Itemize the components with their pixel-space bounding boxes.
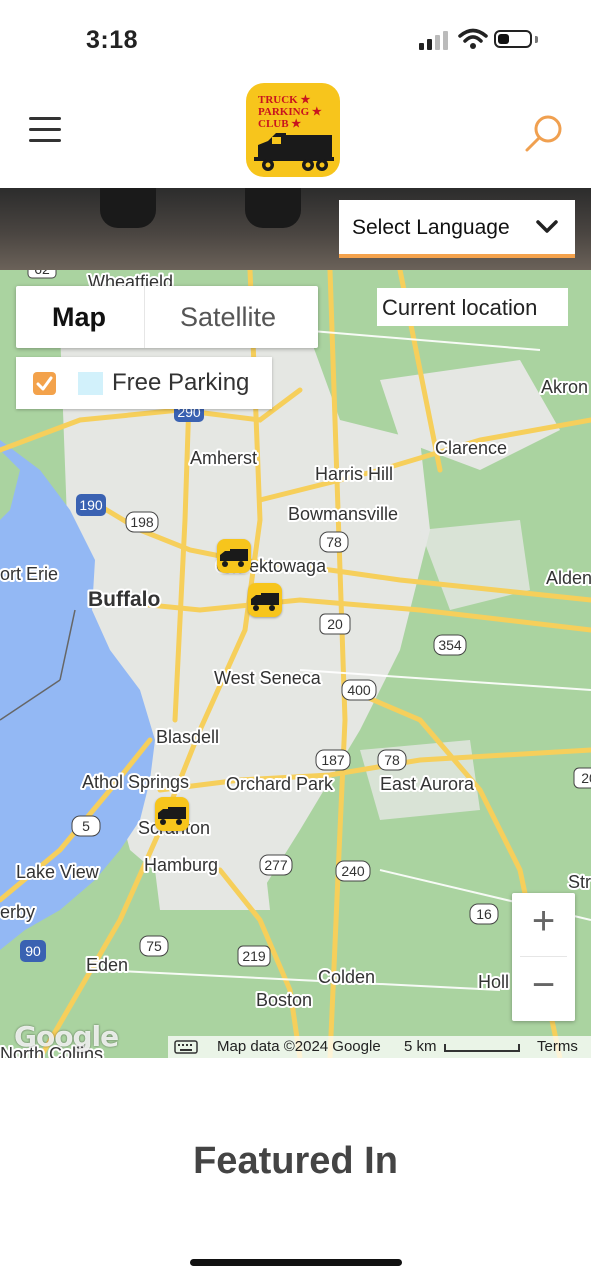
truck-parking-marker[interactable] [248, 583, 282, 617]
svg-text:East Aurora: East Aurora [380, 774, 475, 794]
svg-text:187: 187 [321, 752, 345, 768]
scale-bar [444, 1044, 520, 1052]
truck-icon [158, 807, 186, 825]
minus-icon: − [531, 963, 556, 1007]
svg-text:5: 5 [82, 818, 90, 834]
zoom-control: + − [512, 893, 575, 1021]
terms-link[interactable]: Terms [537, 1038, 578, 1055]
svg-text:Colden: Colden [318, 967, 375, 987]
svg-text:Eden: Eden [86, 955, 128, 975]
svg-text:PARKING ★: PARKING ★ [258, 106, 322, 118]
chevron-down-icon [536, 220, 558, 233]
map-attribution-bar: Map data ©2024 Google 5 km Terms [168, 1036, 591, 1058]
svg-text:TRUCK ★: TRUCK ★ [258, 94, 310, 106]
svg-text:Harris Hill: Harris Hill [315, 464, 393, 484]
svg-text:Clarence: Clarence [435, 438, 507, 458]
keyboard-icon[interactable] [174, 1040, 198, 1054]
svg-text:190: 190 [79, 497, 103, 513]
svg-text:Buffalo: Buffalo [88, 588, 160, 611]
select-language-dropdown[interactable]: Select Language [339, 200, 575, 258]
svg-text:West Seneca: West Seneca [214, 668, 322, 688]
free-parking-label: Free Parking [112, 369, 250, 396]
svg-text:75: 75 [146, 938, 162, 954]
scale-label: 5 km [404, 1038, 437, 1055]
plus-icon: + [531, 899, 556, 943]
svg-text:20: 20 [581, 770, 591, 786]
svg-text:20: 20 [327, 616, 343, 632]
checkmark-icon [36, 376, 53, 391]
truck-parking-club-logo[interactable]: TRUCK ★ PARKING ★ CLUB ★ [246, 83, 340, 177]
free-parking-color-swatch [78, 372, 103, 395]
svg-text:Akron: Akron [541, 377, 588, 397]
google-logo: Google [14, 1020, 119, 1053]
zoom-in-button[interactable]: + [512, 893, 575, 955]
svg-text:354: 354 [438, 637, 462, 653]
map-data-credit: Map data ©2024 Google [217, 1038, 381, 1055]
svg-text:90: 90 [25, 943, 41, 959]
map-view-button[interactable]: Map [16, 286, 144, 348]
svg-text:Amherst: Amherst [190, 448, 257, 468]
satellite-view-label: Satellite [180, 302, 277, 332]
logo-image: TRUCK ★ PARKING ★ CLUB ★ [254, 94, 334, 171]
parking-map[interactable]: 62 290 190 198 78 20 354 400 187 78 5 27… [0, 270, 591, 1058]
hero-banner: Select Language [0, 188, 591, 270]
svg-text:Lake View: Lake View [16, 862, 100, 882]
current-location-label: Current location [382, 295, 538, 320]
battery-tip [535, 36, 538, 43]
search-icon[interactable] [523, 112, 565, 154]
home-indicator[interactable] [190, 1259, 402, 1266]
svg-text:CLUB ★: CLUB ★ [258, 118, 301, 130]
cellular-signal-icon [419, 31, 448, 50]
status-time: 3:18 [86, 26, 139, 54]
map-type-control: Map Satellite [16, 286, 318, 348]
svg-text:198: 198 [130, 514, 154, 530]
banner-truck-wheel [100, 188, 156, 228]
svg-text:Str: Str [568, 872, 591, 892]
svg-text:78: 78 [326, 534, 342, 550]
svg-text:277: 277 [264, 857, 288, 873]
truck-parking-marker[interactable] [155, 797, 189, 831]
app-header: TRUCK ★ PARKING ★ CLUB ★ [0, 80, 591, 188]
select-language-label: Select Language [352, 216, 510, 239]
svg-text:16: 16 [476, 906, 492, 922]
svg-text:Boston: Boston [256, 990, 312, 1010]
svg-text:78: 78 [384, 752, 400, 768]
svg-text:Holl: Holl [478, 972, 509, 992]
svg-text:240: 240 [341, 863, 365, 879]
truck-icon [251, 593, 279, 611]
truck-icon [220, 549, 248, 567]
svg-text:62: 62 [34, 270, 50, 277]
zoom-out-button[interactable]: − [512, 957, 575, 1021]
svg-text:400: 400 [347, 682, 371, 698]
svg-text:Athol Springs: Athol Springs [82, 772, 189, 792]
svg-text:Bowmansville: Bowmansville [288, 504, 398, 524]
satellite-view-button[interactable]: Satellite [145, 286, 318, 348]
banner-truck-wheel [245, 188, 301, 228]
truck-parking-marker[interactable] [217, 539, 251, 573]
hamburger-menu-icon[interactable] [29, 117, 61, 143]
map-view-label: Map [52, 302, 106, 332]
wifi-icon [458, 28, 488, 49]
battery-icon [494, 30, 532, 48]
svg-text:ort Erie: ort Erie [0, 564, 58, 584]
current-location-button[interactable]: Current location [377, 288, 568, 326]
svg-text:Alden: Alden [546, 568, 591, 588]
svg-text:Orchard Park: Orchard Park [226, 774, 334, 794]
svg-text:Blasdell: Blasdell [156, 727, 219, 747]
svg-text:erby: erby [0, 902, 35, 922]
free-parking-filter: Free Parking [16, 357, 272, 409]
free-parking-checkbox[interactable] [33, 372, 56, 395]
svg-text:Hamburg: Hamburg [144, 855, 218, 875]
svg-text:219: 219 [242, 948, 266, 964]
featured-in-heading: Featured In [193, 1140, 398, 1182]
status-bar: 3:18 [0, 0, 591, 80]
